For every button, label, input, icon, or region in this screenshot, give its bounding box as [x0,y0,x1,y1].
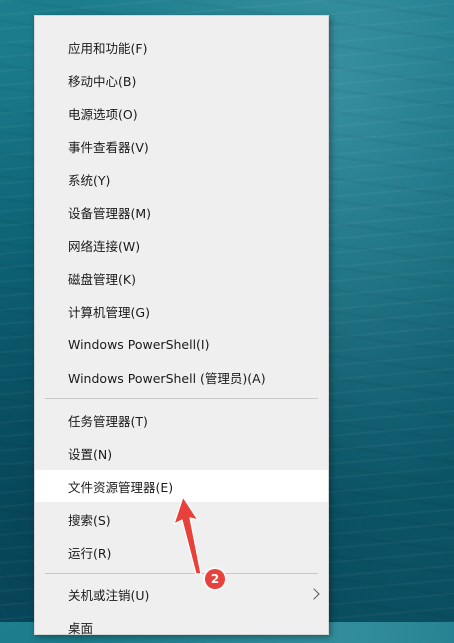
chevron-right-icon [308,588,320,600]
menu-item-label: 关机或注销(U) [68,587,150,603]
menu-item-label: 文件资源管理器(E) [68,479,174,495]
menu-item-label: 事件查看器(V) [68,139,149,155]
menu-item-disk-management[interactable]: 磁盘管理(K) [35,262,328,294]
winx-context-menu: 应用和功能(F) 移动中心(B) 电源选项(O) 事件查看器(V) 系统(Y) … [34,15,329,636]
menu-item-label: 计算机管理(G) [68,304,150,320]
menu-item-settings[interactable]: 设置(N) [35,437,328,469]
menu-separator [45,398,318,399]
menu-item-network-connections[interactable]: 网络连接(W) [35,229,328,261]
menu-item-powershell-admin[interactable]: Windows PowerShell (管理员)(A) [35,361,328,393]
menu-item-shutdown-or-sign-out[interactable]: 关机或注销(U) [35,578,328,610]
menu-item-run[interactable]: 运行(R) [35,536,328,568]
menu-item-label: 应用和功能(F) [68,40,148,56]
menu-item-label: 搜索(S) [68,512,111,528]
menu-item-label: 电源选项(O) [68,106,138,122]
menu-item-apps-and-features[interactable]: 应用和功能(F) [35,31,328,63]
menu-item-label: 网络连接(W) [68,238,141,254]
menu-item-search[interactable]: 搜索(S) [35,503,328,535]
menu-item-powershell[interactable]: Windows PowerShell(I) [35,328,328,360]
menu-item-label: 移动中心(B) [68,73,137,89]
menu-item-label: Windows PowerShell(I) [68,336,210,352]
menu-separator [45,573,318,574]
menu-item-device-manager[interactable]: 设备管理器(M) [35,196,328,228]
menu-item-label: 磁盘管理(K) [68,271,136,287]
menu-item-label: Windows PowerShell (管理员)(A) [68,370,266,386]
menu-item-mobility-center[interactable]: 移动中心(B) [35,64,328,96]
menu-item-event-viewer[interactable]: 事件查看器(V) [35,130,328,162]
menu-item-label: 设置(N) [68,446,113,462]
menu-item-task-manager[interactable]: 任务管理器(T) [35,404,328,436]
menu-item-file-explorer[interactable]: 文件资源管理器(E) [35,470,328,502]
menu-item-desktop[interactable]: 桌面 [35,611,328,643]
menu-item-label: 桌面 [68,620,94,636]
menu-item-label: 任务管理器(T) [68,413,148,429]
menu-item-label: 运行(R) [68,545,112,561]
menu-item-computer-management[interactable]: 计算机管理(G) [35,295,328,327]
step-badge: 2 [205,569,225,589]
menu-item-power-options[interactable]: 电源选项(O) [35,97,328,129]
menu-item-system[interactable]: 系统(Y) [35,163,328,195]
menu-item-label: 设备管理器(M) [68,205,152,221]
menu-item-label: 系统(Y) [68,172,111,188]
